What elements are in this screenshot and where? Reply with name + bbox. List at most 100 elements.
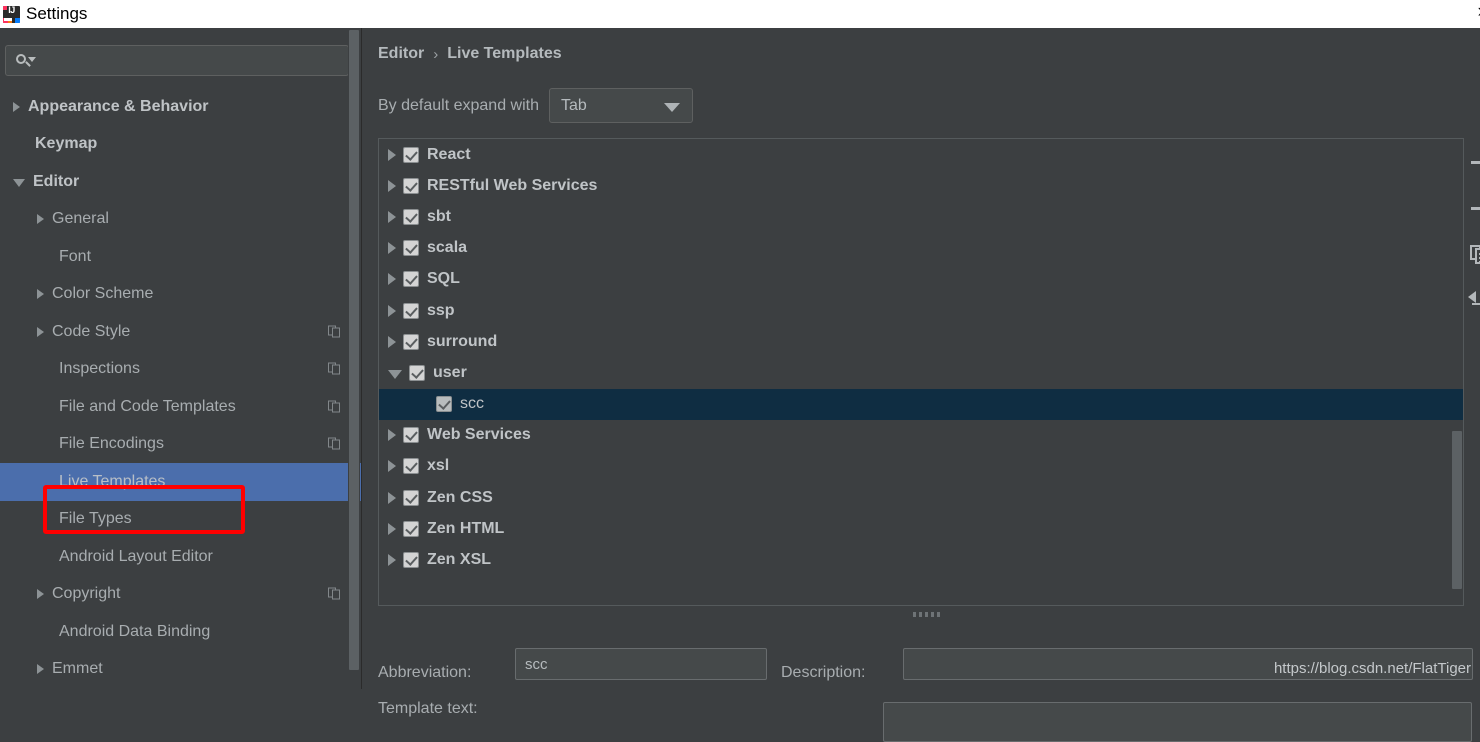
- template-row[interactable]: scc: [379, 388, 1463, 420]
- template-label: ssp: [427, 301, 455, 319]
- splitter-handle[interactable]: [907, 611, 945, 618]
- template-row[interactable]: ssp: [379, 295, 1463, 326]
- template-row[interactable]: Zen CSS: [379, 482, 1463, 513]
- template-row[interactable]: surround: [379, 326, 1463, 357]
- sidebar-item-code-style[interactable]: Code Style: [0, 313, 362, 351]
- template-label: React: [427, 145, 471, 163]
- sidebar-item-keymap[interactable]: Keymap: [0, 126, 362, 164]
- templates-list-panel: React RESTful Web Services sbt scala SQL ssp s…: [378, 138, 1464, 606]
- chevron-right-icon[interactable]: [37, 326, 44, 337]
- template-checkbox[interactable]: [403, 520, 419, 537]
- template-row[interactable]: Zen HTML: [379, 513, 1463, 544]
- template-row[interactable]: Zen XSL: [379, 544, 1463, 575]
- template-checkbox[interactable]: [409, 364, 425, 381]
- add-template-button[interactable]: [1465, 140, 1480, 186]
- sidebar-item-android-layout-editor[interactable]: Android Layout Editor: [0, 538, 362, 576]
- template-checkbox[interactable]: [403, 302, 419, 319]
- sidebar-item-emmet[interactable]: Emmet: [0, 651, 362, 689]
- template-row[interactable]: scala: [379, 233, 1463, 264]
- sidebar-scrollbar-thumb[interactable]: [349, 30, 359, 670]
- template-checkbox[interactable]: [403, 427, 419, 444]
- search-icon[interactable]: [15, 52, 37, 70]
- chevron-right-icon[interactable]: [388, 522, 396, 535]
- templates-scrollbar[interactable]: [1451, 431, 1463, 589]
- sidebar-item-editor[interactable]: Editor: [0, 163, 362, 201]
- revert-template-button[interactable]: [1465, 278, 1480, 324]
- template-checkbox[interactable]: [403, 458, 419, 475]
- template-label: user: [433, 363, 467, 381]
- chevron-right-icon[interactable]: [37, 589, 44, 600]
- sidebar-item-live-templates[interactable]: Live Templates: [0, 463, 362, 501]
- chevron-right-icon[interactable]: [388, 148, 396, 161]
- template-checkbox[interactable]: [403, 271, 419, 288]
- expand-with-dropdown[interactable]: Tab: [549, 88, 693, 123]
- expand-with-row: By default expand with Tab: [378, 88, 693, 123]
- template-row[interactable]: user: [379, 357, 1463, 388]
- breadcrumb-parent[interactable]: Editor: [378, 45, 424, 63]
- breadcrumb-current: Live Templates: [447, 45, 562, 62]
- copy-settings-icon[interactable]: [328, 325, 341, 338]
- chevron-right-icon[interactable]: [388, 210, 396, 223]
- sidebar-item-appearance-behavior[interactable]: Appearance & Behavior: [0, 88, 362, 126]
- window-title: Settings: [26, 4, 88, 23]
- remove-template-button[interactable]: [1465, 186, 1480, 232]
- sidebar-item-inspections[interactable]: Inspections: [0, 351, 362, 389]
- abbreviation-input[interactable]: [515, 648, 767, 680]
- chevron-right-icon[interactable]: [37, 664, 44, 675]
- chevron-right-icon[interactable]: [388, 304, 396, 317]
- copy-settings-icon[interactable]: [328, 362, 341, 376]
- chevron-right-icon[interactable]: [388, 242, 396, 255]
- template-text-area[interactable]: [883, 702, 1472, 742]
- template-row[interactable]: SQL: [379, 264, 1463, 295]
- sidebar-item-font[interactable]: Font: [0, 238, 362, 276]
- sidebar-item-copyright[interactable]: Copyright: [0, 576, 362, 614]
- sidebar-item-file-encodings[interactable]: File Encodings: [0, 426, 362, 464]
- template-row[interactable]: React: [379, 139, 1463, 170]
- chevron-right-icon[interactable]: [388, 460, 396, 473]
- chevron-right-icon[interactable]: [388, 429, 396, 442]
- sidebar-item-file-and-code-templates[interactable]: File and Code Templates: [0, 388, 362, 426]
- copy-settings-icon[interactable]: [328, 437, 341, 451]
- template-row[interactable]: xsl: [379, 451, 1463, 482]
- template-label: Web Services: [427, 426, 531, 444]
- chevron-right-icon[interactable]: [388, 491, 396, 504]
- template-label: surround: [427, 332, 498, 350]
- chevron-right-icon[interactable]: [37, 289, 44, 300]
- sidebar-item-general[interactable]: General: [0, 201, 362, 239]
- template-checkbox[interactable]: [403, 489, 419, 506]
- sidebar-item-color-scheme[interactable]: Color Scheme: [0, 276, 362, 314]
- chevron-right-icon[interactable]: [388, 554, 396, 567]
- chevron-right-icon[interactable]: [388, 179, 396, 192]
- template-checkbox[interactable]: [403, 333, 419, 350]
- sidebar-item-label: File Encodings: [59, 435, 164, 453]
- chevron-right-icon[interactable]: [37, 214, 44, 225]
- template-label: sbt: [427, 207, 451, 225]
- chevron-down-icon[interactable]: [13, 179, 25, 188]
- chevron-down-icon[interactable]: [388, 369, 402, 379]
- copy-settings-icon[interactable]: [328, 400, 341, 413]
- live-templates-panel: Editor › Live Templates By default expan…: [362, 28, 1480, 742]
- sidebar-item-android-data-binding[interactable]: Android Data Binding: [0, 613, 362, 651]
- chevron-right-icon[interactable]: [388, 335, 396, 348]
- copy-settings-icon[interactable]: [328, 587, 341, 601]
- templates-scrollbar-thumb[interactable]: [1452, 431, 1462, 589]
- chevron-right-icon[interactable]: [13, 101, 20, 112]
- sidebar-item-file-types[interactable]: File Types: [0, 501, 362, 539]
- sidebar-scrollbar[interactable]: [348, 28, 360, 689]
- template-checkbox[interactable]: [403, 146, 419, 163]
- template-checkbox[interactable]: [436, 396, 452, 413]
- search-input[interactable]: [37, 52, 348, 69]
- template-row[interactable]: sbt: [379, 201, 1463, 232]
- template-label: RESTful Web Services: [427, 176, 598, 194]
- template-checkbox[interactable]: [403, 177, 419, 194]
- search-box[interactable]: [5, 45, 349, 76]
- template-checkbox[interactable]: [403, 240, 419, 257]
- chevron-right-icon[interactable]: [388, 273, 396, 286]
- template-text-label: Template text:: [378, 700, 478, 717]
- sidebar-item-label: Copyright: [52, 585, 121, 603]
- template-checkbox[interactable]: [403, 552, 419, 569]
- duplicate-template-button[interactable]: [1465, 232, 1480, 278]
- template-row[interactable]: RESTful Web Services: [379, 170, 1463, 201]
- template-row[interactable]: Web Services: [379, 420, 1463, 451]
- template-checkbox[interactable]: [403, 208, 419, 225]
